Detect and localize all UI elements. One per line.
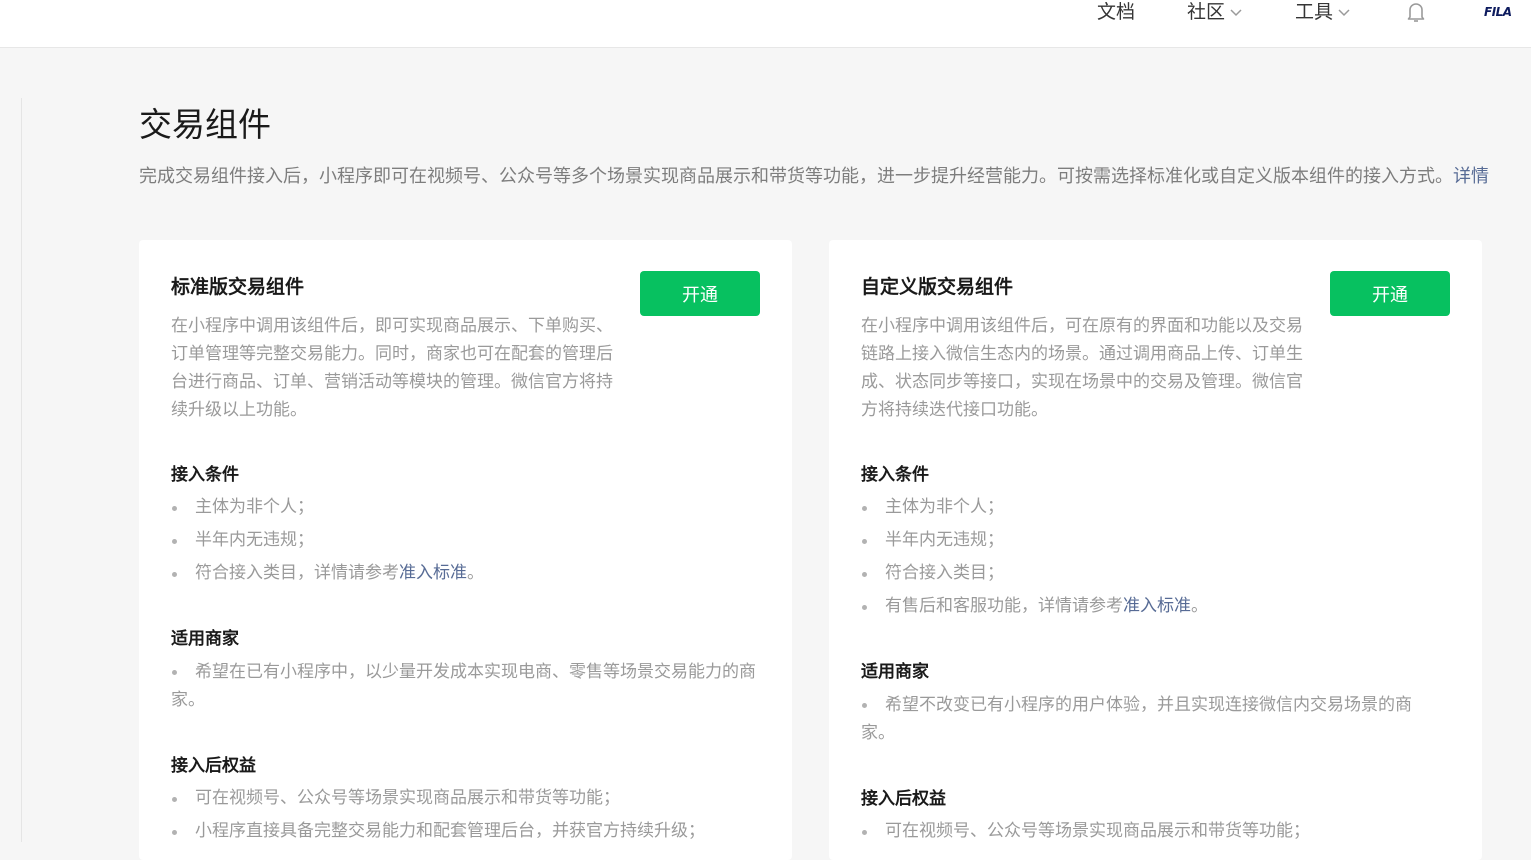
- list-item: 主体为非个人；: [861, 491, 1461, 524]
- merchants-list: 希望在已有小程序中，以少量开发成本实现电商、零售等场景交易能力的商家。: [171, 655, 761, 716]
- card-description: 在小程序中调用该组件后，可在原有的界面和功能以及交易链路上接入微信生态内的场景。…: [861, 316, 1303, 420]
- conditions-list: 主体为非个人； 半年内无违规； 符合接入类目； 有售后和客服功能，详情请参考准入…: [861, 491, 1461, 623]
- nav-docs-label: 文档: [1097, 1, 1136, 23]
- sidebar-divider: [21, 98, 22, 842]
- list-item: 可在视频号、公众号等场景实现商品展示和带货等功能；: [861, 815, 1461, 848]
- custom-component-card: 自定义版交易组件 开通 在小程序中调用该组件后，可在原有的界面和功能以及交易链路…: [829, 240, 1482, 860]
- standard-component-card: 标准版交易组件 开通 在小程序中调用该组件后，即可实现商品展示、下单购买、订单管…: [139, 240, 792, 860]
- list-item: 符合接入类目；: [861, 557, 1461, 590]
- list-item: 半年内无违规；: [861, 524, 1461, 557]
- nav-community-label: 社区: [1187, 1, 1226, 23]
- list-item: 半年内无违规；: [171, 524, 771, 557]
- details-link[interactable]: 详情: [1453, 166, 1489, 187]
- benefits-title: 接入后权益: [171, 756, 256, 776]
- bell-icon[interactable]: [1404, 0, 1428, 24]
- list-item-text: 有售后和客服功能，详情请参考: [885, 596, 1123, 616]
- chevron-down-icon: [1338, 9, 1350, 17]
- open-standard-button[interactable]: 开通: [640, 271, 760, 316]
- admission-standard-link[interactable]: 准入标准: [1123, 596, 1191, 616]
- benefits-list: 可在视频号、公众号等场景实现商品展示和带货等功能； 小程序直接具备完整交易能力和…: [171, 782, 771, 848]
- merchants-title: 适用商家: [171, 629, 239, 649]
- chevron-down-icon: [1230, 9, 1242, 17]
- page-title: 交易组件: [139, 105, 271, 144]
- merchants-title: 适用商家: [861, 662, 929, 682]
- nav-community-menu[interactable]: 社区: [1187, 0, 1243, 24]
- list-item: 符合接入类目，详情请参考准入标准。: [171, 557, 771, 590]
- card-description: 在小程序中调用该组件后，即可实现商品展示、下单购买、订单管理等完整交易能力。同时…: [171, 316, 613, 420]
- open-custom-button[interactable]: 开通: [1330, 271, 1450, 316]
- nav-tools-label: 工具: [1295, 1, 1334, 23]
- account-brand-logo[interactable]: FILA: [1484, 5, 1512, 19]
- nav-tools-menu[interactable]: 工具: [1295, 0, 1351, 24]
- list-item: 希望在已有小程序中，以少量开发成本实现电商、零售等场景交易能力的商家。: [171, 655, 761, 716]
- benefits-list: 可在视频号、公众号等场景实现商品展示和带货等功能；: [861, 815, 1461, 848]
- merchants-list: 希望不改变已有小程序的用户体验，并且实现连接微信内交易场景的商家。: [861, 688, 1436, 749]
- benefits-title: 接入后权益: [861, 789, 946, 809]
- nav-docs-link[interactable]: 文档: [1097, 0, 1135, 24]
- conditions-list: 主体为非个人； 半年内无违规； 符合接入类目，详情请参考准入标准。: [171, 491, 771, 590]
- top-navigation-bar: 文档 社区 工具 FILA: [0, 0, 1531, 48]
- list-item: 有售后和客服功能，详情请参考准入标准。: [861, 590, 1461, 623]
- page-description: 完成交易组件接入后，小程序即可在视频号、公众号等多个场景实现商品展示和带货等功能…: [139, 164, 1489, 190]
- admission-standard-link[interactable]: 准入标准: [399, 563, 467, 583]
- list-item-text: 符合接入类目，详情请参考: [195, 563, 399, 583]
- list-item: 希望不改变已有小程序的用户体验，并且实现连接微信内交易场景的商家。: [861, 688, 1436, 749]
- card-title: 标准版交易组件: [171, 276, 305, 298]
- conditions-title: 接入条件: [861, 465, 929, 485]
- list-item-suffix: 。: [1191, 596, 1208, 616]
- page-description-text: 完成交易组件接入后，小程序即可在视频号、公众号等多个场景实现商品展示和带货等功能…: [139, 166, 1453, 187]
- card-title: 自定义版交易组件: [861, 276, 1014, 298]
- list-item: 主体为非个人；: [171, 491, 771, 524]
- list-item-suffix: 。: [467, 563, 484, 583]
- list-item: 小程序直接具备完整交易能力和配套管理后台，并获官方持续升级；: [171, 815, 771, 848]
- list-item: 可在视频号、公众号等场景实现商品展示和带货等功能；: [171, 782, 771, 815]
- conditions-title: 接入条件: [171, 465, 239, 485]
